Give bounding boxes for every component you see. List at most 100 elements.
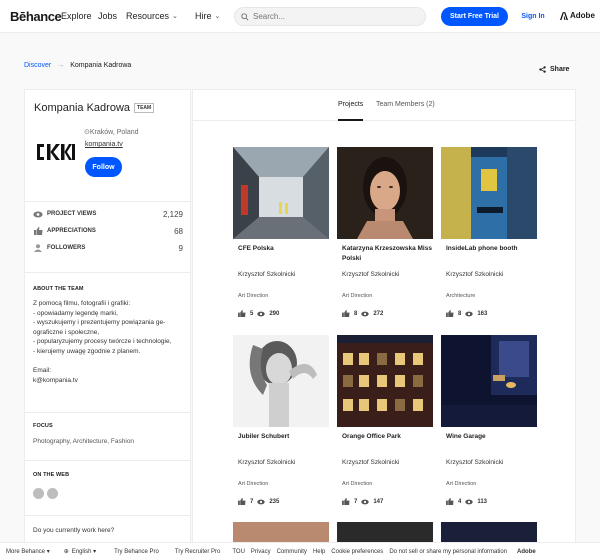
stat-label: APPRECIATIONS bbox=[47, 228, 96, 234]
nav-explore[interactable]: Explore bbox=[61, 11, 92, 21]
project-card[interactable]: Orange Office Park Krzysztof Szkolnicki … bbox=[337, 335, 433, 513]
likes-count: 8 bbox=[458, 310, 462, 317]
kompania-logo bbox=[37, 144, 75, 160]
about-line: - kierujemy uwagę zgodnie z planem. bbox=[33, 347, 141, 355]
tab-projects[interactable]: Projects bbox=[338, 101, 363, 108]
nav-jobs[interactable]: Jobs bbox=[98, 11, 117, 21]
project-stats: 8 272 bbox=[342, 310, 383, 317]
adobe-link[interactable]: Adobe bbox=[560, 11, 595, 20]
project-thumbnail[interactable] bbox=[441, 335, 537, 427]
web-link-icon[interactable] bbox=[33, 488, 44, 499]
stat-label: FOLLOWERS bbox=[47, 245, 86, 251]
tab-team-members[interactable]: Team Members (2) bbox=[376, 101, 435, 108]
project-card[interactable]: Jubiler Schubert Krzysztof Szkolnicki Ar… bbox=[233, 335, 329, 513]
project-field: Architecture bbox=[446, 293, 476, 299]
project-field: Art Direction bbox=[446, 481, 477, 487]
project-card[interactable]: CFE Polska Krzysztof Szkolnicki Art Dire… bbox=[233, 147, 329, 325]
team-website-link[interactable]: kompania.tv bbox=[85, 141, 123, 148]
project-owner[interactable]: Krzysztof Szkolnicki bbox=[342, 271, 399, 278]
divider bbox=[25, 272, 190, 273]
likes-count: 5 bbox=[250, 310, 254, 317]
nav-hire[interactable]: Hire ⌄ bbox=[195, 11, 220, 21]
start-free-trial-button[interactable]: Start Free Trial bbox=[441, 7, 508, 26]
thumbs-up-icon bbox=[238, 498, 246, 505]
vimeo-icon[interactable] bbox=[47, 488, 58, 499]
footer-try-behance-pro[interactable]: Try Behance Pro bbox=[114, 549, 159, 555]
nav-jobs-label: Jobs bbox=[98, 11, 118, 21]
project-title[interactable]: CFE Polska bbox=[238, 244, 328, 254]
project-stats: 8 163 bbox=[446, 310, 487, 317]
project-field: Art Direction bbox=[342, 481, 373, 487]
team-avatar[interactable] bbox=[35, 131, 77, 173]
project-owner[interactable]: Krzysztof Szkolnicki bbox=[238, 459, 295, 466]
search-box[interactable] bbox=[234, 7, 426, 26]
likes-count: 7 bbox=[354, 498, 358, 505]
likes-count: 7 bbox=[250, 498, 254, 505]
footer-language[interactable]: English ▾ bbox=[72, 548, 96, 555]
thumbs-up-icon bbox=[446, 310, 454, 317]
about-line: Z pomocą filmu, fotografii i grafiki: bbox=[33, 300, 131, 307]
breadcrumb-discover[interactable]: Discover bbox=[24, 62, 51, 69]
footer-help[interactable]: Help bbox=[313, 549, 325, 555]
eye-icon bbox=[33, 210, 43, 218]
project-title[interactable]: Katarzyna Krzeszowska Miss Polski bbox=[342, 244, 432, 264]
project-thumbnail[interactable] bbox=[233, 335, 329, 427]
team-sidebar: Kompania Kadrowa TEAM ⊙Kraków, Poland ko… bbox=[24, 89, 191, 549]
stat-value: 2,129 bbox=[162, 209, 183, 219]
project-thumbnail[interactable] bbox=[337, 335, 433, 427]
footer-more-behance[interactable]: More Behance ▾ bbox=[6, 548, 50, 555]
project-stats: 4 113 bbox=[446, 498, 487, 505]
stat-label: PROJECT VIEWS bbox=[47, 211, 97, 217]
focus-text: Photography, Architecture, Fashion bbox=[33, 438, 135, 445]
eye-icon bbox=[465, 498, 474, 505]
share-icon bbox=[539, 66, 546, 73]
location-text: Kraków, Poland bbox=[89, 129, 139, 136]
work-here-question: Do you currently work here? bbox=[33, 527, 115, 534]
follow-button[interactable]: Follow bbox=[85, 157, 122, 177]
footer-privacy[interactable]: Privacy bbox=[251, 549, 271, 555]
footer-try-recruiter-pro[interactable]: Try Recruiter Pro bbox=[175, 549, 220, 555]
project-thumbnail[interactable] bbox=[337, 147, 433, 239]
nav-resources-label: Resources bbox=[126, 11, 170, 21]
share-button[interactable]: Share bbox=[539, 66, 569, 73]
thumbs-up-icon bbox=[342, 310, 350, 317]
footer-tou[interactable]: TOU bbox=[232, 549, 245, 555]
project-card[interactable]: Katarzyna Krzeszowska Miss Polski Krzysz… bbox=[337, 147, 433, 325]
focus-heading: FOCUS bbox=[33, 423, 53, 429]
about-heading: ABOUT THE TEAM bbox=[33, 286, 84, 292]
top-navigation-bar: Bēhance Explore Jobs Resources⌄ Hire⌄ St… bbox=[0, 0, 600, 33]
footer-adobe[interactable]: Adobe bbox=[517, 549, 536, 555]
globe-icon: ⊕ bbox=[63, 549, 69, 555]
project-owner[interactable]: Krzysztof Szkolnicki bbox=[446, 271, 503, 278]
project-card[interactable]: InsideLab phone booth Krzysztof Szkolnic… bbox=[441, 147, 537, 325]
footer-cookie-preferences[interactable]: Cookie preferences bbox=[331, 549, 383, 555]
project-stats: 5 290 bbox=[238, 310, 279, 317]
project-title[interactable]: Wine Garage bbox=[446, 432, 536, 442]
project-stats: 7 235 bbox=[238, 498, 279, 505]
project-owner[interactable]: Krzysztof Szkolnicki bbox=[446, 459, 503, 466]
sign-in-button[interactable]: Sign In bbox=[514, 7, 552, 26]
project-title[interactable]: Jubiler Schubert bbox=[238, 432, 328, 442]
footer-community[interactable]: Community bbox=[277, 549, 307, 555]
email-value[interactable]: k@kompania.tv bbox=[33, 376, 185, 386]
project-title[interactable]: Orange Office Park bbox=[342, 432, 432, 442]
project-field: Art Direction bbox=[238, 293, 269, 299]
about-line: - wyszukujemy i prezentujemy powiązania … bbox=[33, 319, 166, 327]
project-owner[interactable]: Krzysztof Szkolnicki bbox=[238, 271, 295, 278]
footer-do-not-sell[interactable]: Do not sell or share my personal informa… bbox=[389, 549, 507, 555]
search-input[interactable] bbox=[253, 12, 413, 21]
nav-resources[interactable]: Resources ⌄ bbox=[126, 11, 178, 21]
project-thumbnail[interactable] bbox=[441, 147, 537, 239]
project-card[interactable]: Wine Garage Krzysztof Szkolnicki Art Dir… bbox=[441, 335, 537, 513]
views-count: 163 bbox=[477, 310, 488, 317]
views-count: 272 bbox=[373, 310, 384, 317]
project-owner[interactable]: Krzysztof Szkolnicki bbox=[342, 459, 399, 466]
divider bbox=[25, 201, 190, 202]
project-thumbnail[interactable] bbox=[233, 147, 329, 239]
stat-followers: FOLLOWERS 9 bbox=[33, 243, 183, 253]
nav-hire-label: Hire bbox=[195, 11, 212, 21]
project-title[interactable]: InsideLab phone booth bbox=[446, 244, 536, 254]
behance-logo[interactable]: Bēhance bbox=[10, 9, 62, 24]
about-line: - popularyzujemy procesy twórcze i techn… bbox=[33, 338, 172, 346]
